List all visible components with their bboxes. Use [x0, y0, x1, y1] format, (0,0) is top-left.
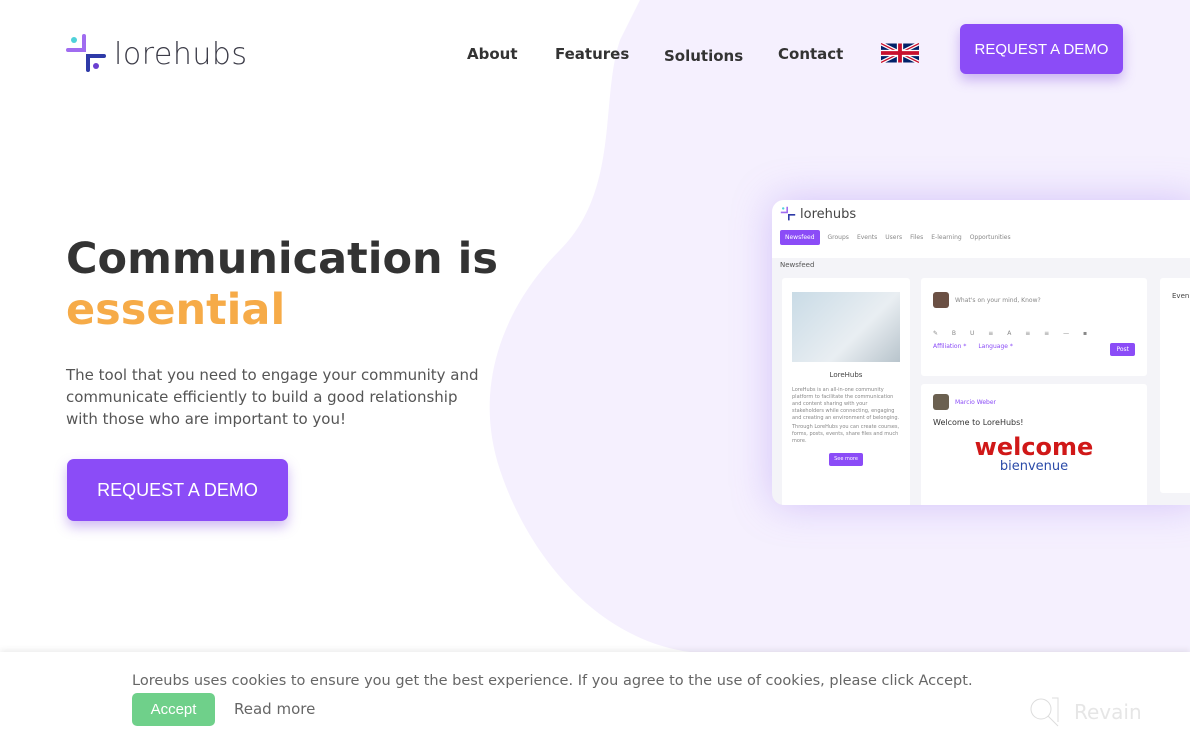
- uk-flag-icon[interactable]: [881, 43, 919, 63]
- nav-features[interactable]: Features: [555, 45, 629, 63]
- mock-tab: Newsfeed: [780, 230, 820, 245]
- read-more-link[interactable]: Read more: [234, 700, 315, 718]
- mock-affiliation: Affiliation *: [933, 343, 967, 350]
- mock-profile-text2: Through LoreHubs you can create courses,…: [792, 424, 900, 444]
- cookie-text: Loreubs uses cookies to ensure you get t…: [132, 673, 973, 689]
- hero-title-line1: Communication is: [66, 234, 498, 284]
- hero-title-highlight: essential: [66, 285, 286, 335]
- avatar: [933, 292, 949, 308]
- mock-brand: lorehubs: [800, 206, 857, 222]
- hero-subtitle: The tool that you need to engage your co…: [66, 366, 479, 428]
- mock-language: Language *: [978, 343, 1013, 350]
- mock-tab: Users: [885, 234, 903, 241]
- request-demo-button[interactable]: REQUEST A DEMO: [67, 459, 288, 521]
- nav-contact[interactable]: Contact: [778, 45, 843, 63]
- logo-icon: [66, 34, 106, 72]
- mock-post: Post: [1110, 343, 1135, 356]
- avatar: [933, 394, 949, 410]
- mock-tab: Files: [910, 234, 924, 241]
- building-image: [792, 292, 900, 362]
- nav-about[interactable]: About: [467, 45, 518, 63]
- accept-cookies-button[interactable]: Accept: [132, 693, 215, 726]
- mock-profile-title: LoreHubs: [829, 371, 863, 379]
- wordcloud-image: welcome bienvenue: [933, 433, 1135, 477]
- hero-title: Communication is essential: [66, 234, 498, 336]
- mock-see-more: See more: [829, 453, 863, 466]
- brand-name: lorehubs: [114, 36, 248, 72]
- nav-solutions[interactable]: Solutions: [664, 47, 743, 65]
- mock-toolbar: ✎ B U ≡ A ≡ ≡ — ▪: [933, 330, 1094, 337]
- app-screenshot: lorehubs Newsfeed Groups Events Users Fi…: [772, 200, 1190, 505]
- request-demo-header-button[interactable]: REQUEST A DEMO: [960, 24, 1123, 74]
- mock-author: Marcio Weber: [955, 398, 996, 406]
- wordcloud-main: welcome: [974, 433, 1094, 461]
- logo-icon: [780, 206, 796, 221]
- mock-tab: Events: [856, 234, 878, 241]
- logo[interactable]: lorehubs: [66, 34, 248, 74]
- wordcloud-sub: bienvenue: [999, 459, 1069, 474]
- mock-section-title: Newsfeed: [780, 261, 815, 269]
- mock-events-title: Even: [1172, 292, 1190, 300]
- mock-tab: Groups: [827, 234, 849, 241]
- revain-logo-icon: [1030, 697, 1059, 727]
- watermark-text: Revain: [1074, 700, 1142, 724]
- mock-tab: Opportunities: [969, 234, 1011, 241]
- mock-tab: E-learning: [931, 234, 962, 241]
- cookie-banner: Loreubs uses cookies to ensure you get t…: [0, 652, 1190, 743]
- mock-profile-text: LoreHubs is an all-in-one community plat…: [792, 387, 900, 421]
- mock-post-title: Welcome to LoreHubs!: [933, 418, 1024, 427]
- watermark: Revain: [1028, 696, 1142, 728]
- mock-composer: What's on your mind, Know?: [955, 296, 1041, 304]
